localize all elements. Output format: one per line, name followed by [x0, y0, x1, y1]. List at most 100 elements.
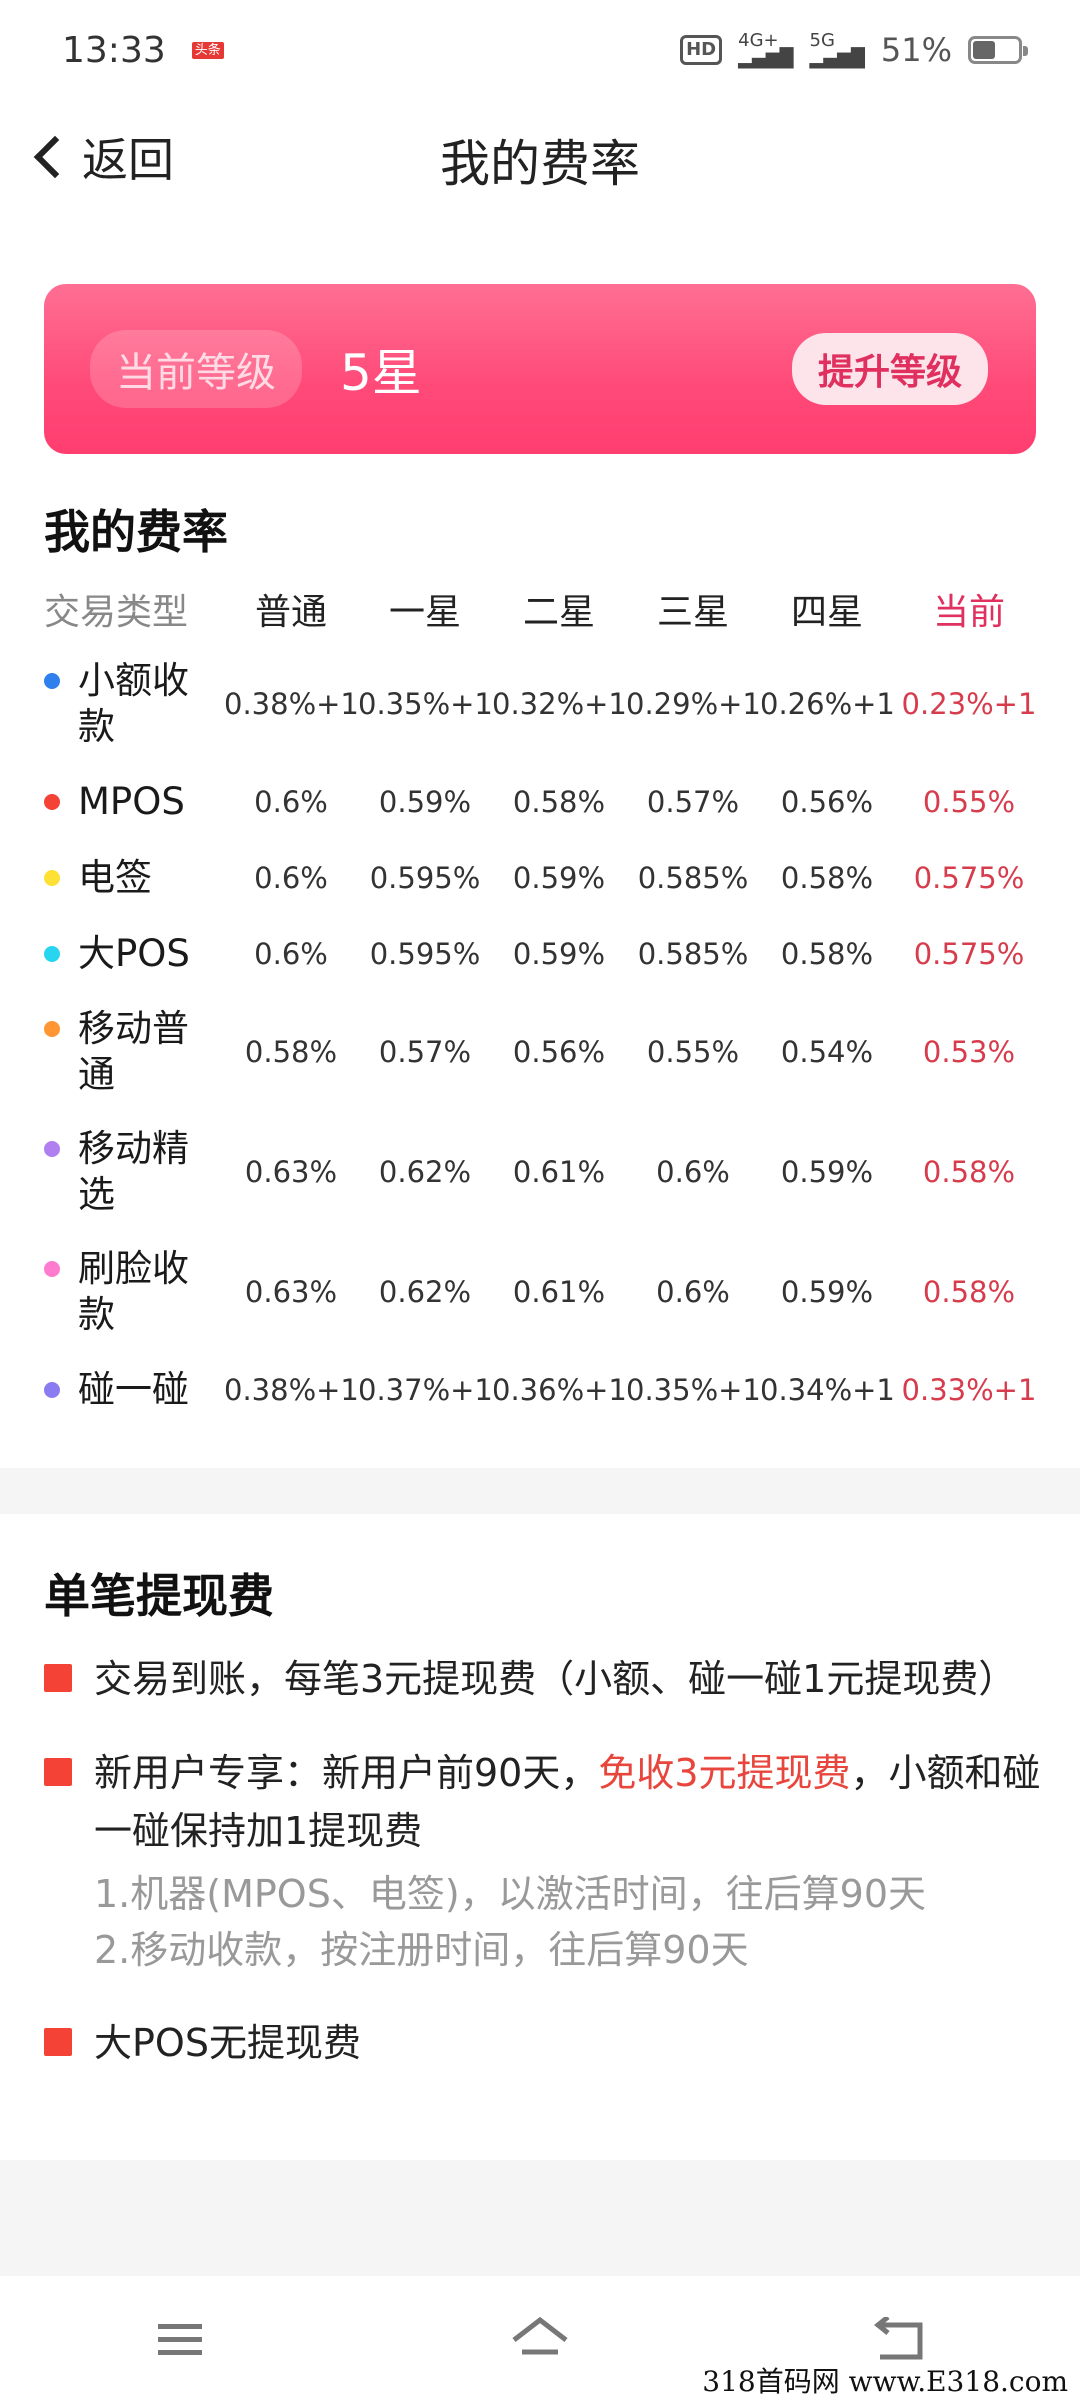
rate-value: 0.585%: [637, 937, 749, 971]
battery-fill: [973, 41, 996, 59]
red-square-bullet-icon: [44, 2028, 72, 2056]
header-one-star: 一星: [388, 592, 461, 633]
rate-value: 0.6%: [254, 785, 328, 819]
page-title: 我的费率: [440, 135, 640, 193]
bottom-spacer: [0, 2160, 1080, 2276]
rate-current-value: 0.58%: [922, 1275, 1016, 1309]
rate-type-label: 大POS: [78, 932, 190, 975]
battery-percent: 51%: [880, 31, 952, 69]
rate-table-header: 交易类型 普通 一星 二星 三星 四星 当前: [44, 574, 1044, 644]
color-dot: [44, 794, 60, 810]
fee-note: 2.移动收款，按注册时间，往后算90天: [94, 1928, 749, 1972]
rate-value: 0.63%: [244, 1275, 338, 1309]
rate-value: 0.54%: [780, 1035, 874, 1069]
rate-row-face-pay: 刷脸收款 0.63% 0.62% 0.61% 0.6% 0.59% 0.58%: [44, 1232, 1044, 1352]
fee-item: 大POS无提现费: [44, 2014, 1054, 2072]
color-dot: [44, 673, 60, 689]
header-three-star: 三星: [656, 592, 729, 633]
rate-value: 0.62%: [378, 1155, 472, 1189]
status-bar: 13:33 头条 HD 4G+ ▂▄▆█ 5G ▂▄▆█ 51%: [0, 0, 1080, 100]
rate-value: 0.59%: [780, 1275, 874, 1309]
header-two-star: 二星: [522, 592, 595, 633]
signal-4g-icon: 4G+ ▂▄▆█: [738, 30, 794, 69]
rates-section-title: 我的费率: [44, 505, 228, 559]
menu-icon[interactable]: [140, 2300, 220, 2380]
home-icon[interactable]: [500, 2300, 580, 2380]
fee-item-text-pre: 新用户专享：新用户前90天，: [94, 1751, 599, 1795]
rate-value: 0.56%: [780, 785, 874, 819]
rate-value: 0.585%: [637, 861, 749, 895]
rate-current-value: 0.23%+1: [901, 687, 1037, 721]
header-four-star: 四星: [790, 592, 863, 633]
rate-type-label: 电签: [78, 856, 152, 899]
signal-5g-icon: 5G ▂▄▆█: [809, 30, 865, 69]
rate-current-value: 0.33%+1: [901, 1373, 1037, 1407]
rate-value: 0.63%: [244, 1155, 338, 1189]
status-time: 13:33: [62, 29, 166, 71]
rate-type-label: 移动精选: [78, 1127, 189, 1216]
rate-value: 0.61%: [512, 1275, 606, 1309]
rate-value: 0.61%: [512, 1155, 606, 1189]
rate-row-e-sign: 电签 0.6% 0.595% 0.59% 0.585% 0.58% 0.575%: [44, 840, 1044, 916]
section-divider: [0, 1468, 1080, 1514]
rate-type-cell: 移动普通: [44, 1006, 224, 1098]
rate-value: 0.32%+1: [492, 687, 627, 721]
rate-value: 0.56%: [512, 1035, 606, 1069]
rate-value: 0.59%: [512, 861, 606, 895]
rate-type-label: 碰一碰: [78, 1368, 189, 1411]
upgrade-level-button[interactable]: 提升等级: [791, 333, 988, 405]
fee-note: 1.机器(MPOS、电签)，以激活时间，往后算90天: [94, 1872, 926, 1916]
rate-value: 0.57%: [378, 1035, 472, 1069]
header-normal: 普通: [254, 592, 327, 633]
rate-value: 0.6%: [254, 861, 328, 895]
rate-type-cell: 小额收款: [44, 658, 224, 750]
rate-value: 0.37%+1: [358, 1373, 493, 1407]
rate-type-cell: 大POS: [44, 931, 224, 977]
rate-row-mpos: MPOS 0.6% 0.59% 0.58% 0.57% 0.56% 0.55%: [44, 764, 1044, 840]
level-tag: 当前等级: [90, 330, 302, 408]
rate-row-mobile-normal: 移动普通 0.58% 0.57% 0.56% 0.55% 0.54% 0.53%: [44, 992, 1044, 1112]
hd-voice-icon: HD: [680, 35, 723, 65]
rate-type-cell: 碰一碰: [44, 1367, 224, 1413]
rate-type-cell: MPOS: [44, 779, 224, 825]
color-dot: [44, 1141, 60, 1157]
rate-value: 0.35%+1: [626, 1373, 761, 1407]
rate-value: 0.38%+1: [224, 1373, 359, 1407]
fee-item-text: 新用户专享：新用户前90天，免收3元提现费，小额和碰一碰保持加1提现费: [94, 1744, 1054, 1860]
rate-value: 0.34%+1: [760, 1373, 895, 1407]
rate-value: 0.595%: [369, 861, 481, 895]
rate-type-label: 刷脸收款: [78, 1247, 189, 1336]
fee-item-text: 大POS无提现费: [94, 2021, 361, 2065]
withdrawal-section-title: 单笔提现费: [44, 1569, 274, 1623]
rate-row-big-pos: 大POS 0.6% 0.595% 0.59% 0.585% 0.58% 0.57…: [44, 916, 1044, 992]
rate-value: 0.58%: [512, 785, 606, 819]
level-value: 5星: [340, 344, 422, 402]
fee-item: 新用户专享：新用户前90天，免收3元提现费，小额和碰一碰保持加1提现费 1.机器…: [44, 1744, 1054, 1978]
color-dot: [44, 1021, 60, 1037]
rate-type-cell: 电签: [44, 855, 224, 901]
rate-value: 0.6%: [656, 1155, 730, 1189]
color-dot: [44, 1382, 60, 1398]
fee-item-text: 交易到账，每笔3元提现费（小额、碰一碰1元提现费）: [94, 1657, 1017, 1701]
battery-icon: [968, 36, 1028, 64]
rate-value: 0.58%: [780, 937, 874, 971]
color-dot: [44, 870, 60, 886]
rate-value: 0.35%+1: [358, 687, 493, 721]
color-dot: [44, 946, 60, 962]
color-dot: [44, 1261, 60, 1277]
rate-value: 0.59%: [512, 937, 606, 971]
rate-table: 交易类型 普通 一星 二星 三星 四星 当前 小额收款 0.38%+1 0.35…: [44, 574, 1044, 1428]
header-type: 交易类型: [44, 592, 189, 633]
rate-value: 0.58%: [780, 861, 874, 895]
rate-value: 0.62%: [378, 1275, 472, 1309]
rate-current-value: 0.53%: [922, 1035, 1016, 1069]
rate-value: 0.59%: [378, 785, 472, 819]
watermark: 318首码网 www.E318.com: [702, 2365, 1068, 2398]
withdrawal-fee-list: 交易到账，每笔3元提现费（小额、碰一碰1元提现费） 新用户专享：新用户前90天，…: [44, 1650, 1054, 2108]
fee-item: 交易到账，每笔3元提现费（小额、碰一碰1元提现费）: [44, 1650, 1054, 1708]
fee-highlight: 免收3元提现费: [598, 1751, 851, 1795]
rate-type-label: MPOS: [78, 780, 185, 823]
rate-value: 0.59%: [780, 1155, 874, 1189]
rate-type-cell: 刷脸收款: [44, 1246, 224, 1338]
rate-row-tap: 碰一碰 0.38%+1 0.37%+1 0.36%+1 0.35%+1 0.34…: [44, 1352, 1044, 1428]
